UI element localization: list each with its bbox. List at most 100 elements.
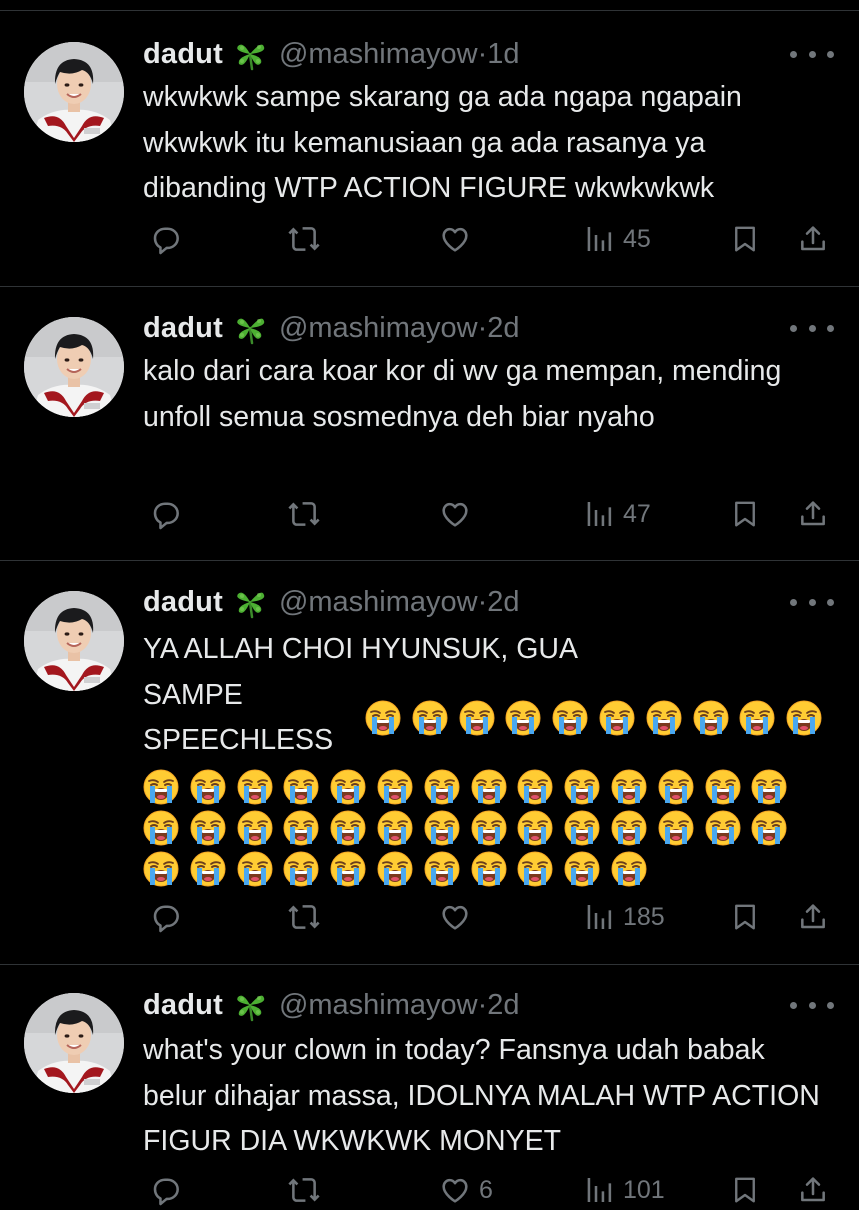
display-name[interactable]: dadut: [143, 312, 223, 345]
user-handle[interactable]: @mashimayow: [279, 989, 478, 1021]
reply-button[interactable]: [149, 1170, 181, 1210]
reply-icon: [149, 1174, 181, 1206]
loudly-crying-face-emoji: [377, 769, 413, 804]
tweet-time[interactable]: 1d: [487, 38, 519, 70]
display-name[interactable]: dadut: [143, 586, 223, 619]
loudly-crying-face-emoji: [143, 769, 179, 804]
tweet-header: dadut @mashimayow·2d: [143, 985, 520, 1025]
loudly-crying-face-emoji: [611, 810, 647, 845]
loudly-crying-face-emoji: [237, 851, 273, 886]
like-button[interactable]: [439, 219, 471, 259]
reply-button[interactable]: [149, 494, 181, 534]
heart-icon: [439, 1174, 471, 1206]
tweet-text-line: YA ALLAH CHOI HYUNSUK, GUA: [143, 633, 579, 665]
loudly-crying-face-emoji: [646, 700, 682, 736]
tweet[interactable]: dadut @mashimayow·2d kalo dari cara koar…: [0, 287, 859, 561]
handle-and-time: @mashimayow·2d: [278, 585, 520, 618]
loudly-crying-face-emoji: [658, 810, 694, 845]
avatar[interactable]: [24, 42, 124, 142]
more-dots-icon[interactable]: [790, 318, 834, 338]
loudly-crying-face-emoji: [237, 810, 273, 845]
share-button[interactable]: [797, 897, 829, 937]
user-handle[interactable]: @mashimayow: [279, 586, 478, 618]
more-dots-icon[interactable]: [790, 592, 834, 612]
loudly-crying-face-emoji: [459, 700, 495, 736]
retweet-button[interactable]: [287, 897, 321, 937]
loudly-crying-face-emoji: [424, 769, 460, 804]
handle-and-time: @mashimayow·1d: [278, 37, 520, 70]
loudly-crying-face-emoji: [611, 769, 647, 804]
loudly-crying-face-emoji: [552, 700, 588, 736]
avatar[interactable]: [24, 317, 124, 417]
more-dots-icon[interactable]: [790, 995, 834, 1015]
tweet-actions: 185: [0, 897, 859, 937]
retweet-button[interactable]: [287, 219, 321, 259]
tweet-text: kalo dari cara koar kor di wv ga mempan,…: [143, 355, 790, 433]
loudly-crying-face-emoji: [330, 851, 366, 886]
views-button[interactable]: 45: [583, 219, 651, 259]
four-leaf-clover-emoji: [233, 988, 267, 1022]
reply-button[interactable]: [149, 219, 181, 259]
bookmark-button[interactable]: [730, 494, 760, 534]
views-button[interactable]: 185: [583, 897, 665, 937]
heart-icon: [439, 498, 471, 530]
loudly-crying-face-emoji: [739, 700, 775, 736]
loudly-crying-face-emoji: [505, 700, 541, 736]
tweet-text: YA ALLAH CHOI HYUNSUK, GUA SAMPE SPEECHLE…: [143, 627, 833, 887]
share-button[interactable]: [797, 219, 829, 259]
loudly-crying-face-emoji: [705, 810, 741, 845]
user-handle[interactable]: @mashimayow: [279, 38, 478, 70]
tweet-time[interactable]: 2d: [487, 312, 519, 344]
loudly-crying-face-emoji: [377, 810, 413, 845]
tweet-text: what's your clown in today? Fansnya udah…: [143, 1034, 828, 1157]
more-dots-icon[interactable]: [790, 44, 834, 64]
heart-icon: [439, 223, 471, 255]
loudly-crying-face-emoji: [190, 810, 226, 845]
retweet-icon: [287, 497, 321, 531]
views-bars-icon: [583, 498, 615, 530]
four-leaf-clover-emoji: [233, 37, 267, 71]
tweet[interactable]: dadut @mashimayow·2d what's your clown i…: [0, 965, 859, 1206]
avatar[interactable]: [24, 591, 124, 691]
share-icon: [797, 223, 829, 255]
views-count: 47: [623, 499, 651, 528]
display-name[interactable]: dadut: [143, 38, 223, 71]
share-button[interactable]: [797, 494, 829, 534]
loudly-crying-face-emoji: [517, 769, 553, 804]
reply-icon: [149, 901, 181, 933]
reply-button[interactable]: [149, 897, 181, 937]
like-button[interactable]: [439, 494, 471, 534]
display-name[interactable]: dadut: [143, 989, 223, 1022]
tweet[interactable]: dadut @mashimayow·2d YA ALLAH CHOI HYUNS…: [0, 561, 859, 965]
like-button[interactable]: 6: [439, 1170, 493, 1210]
handle-and-time: @mashimayow·2d: [278, 311, 520, 344]
tweet[interactable]: dadut @mashimayow·1d wkwkwk sampe skaran…: [0, 11, 859, 287]
tweet-time[interactable]: 2d: [487, 586, 519, 618]
bookmark-button[interactable]: [730, 219, 760, 259]
views-button[interactable]: 101: [583, 1170, 665, 1210]
retweet-button[interactable]: [287, 1170, 321, 1210]
views-button[interactable]: 47: [583, 494, 651, 534]
bookmark-button[interactable]: [730, 897, 760, 937]
tweet-header: dadut @mashimayow·2d: [143, 582, 520, 622]
loudly-crying-face-emoji: [471, 810, 507, 845]
retweet-button[interactable]: [287, 494, 321, 534]
share-button[interactable]: [797, 1170, 829, 1210]
loudly-crying-face-emoji: [412, 700, 448, 736]
bookmark-icon: [730, 223, 760, 255]
loudly-crying-face-emoji: [424, 810, 460, 845]
loudly-crying-face-emoji: [330, 810, 366, 845]
heart-icon: [439, 901, 471, 933]
loudly-crying-face-emoji: [143, 810, 179, 845]
like-button[interactable]: [439, 897, 471, 937]
loudly-crying-face-emoji: [330, 769, 366, 804]
avatar[interactable]: [24, 993, 124, 1093]
loudly-crying-face-emoji: [564, 769, 600, 804]
bookmark-button[interactable]: [730, 1170, 760, 1210]
tweet-time[interactable]: 2d: [487, 989, 519, 1021]
share-icon: [797, 498, 829, 530]
bookmark-icon: [730, 901, 760, 933]
handle-and-time: @mashimayow·2d: [278, 988, 520, 1021]
tweet-header: dadut @mashimayow·2d: [143, 308, 520, 348]
user-handle[interactable]: @mashimayow: [279, 312, 478, 344]
